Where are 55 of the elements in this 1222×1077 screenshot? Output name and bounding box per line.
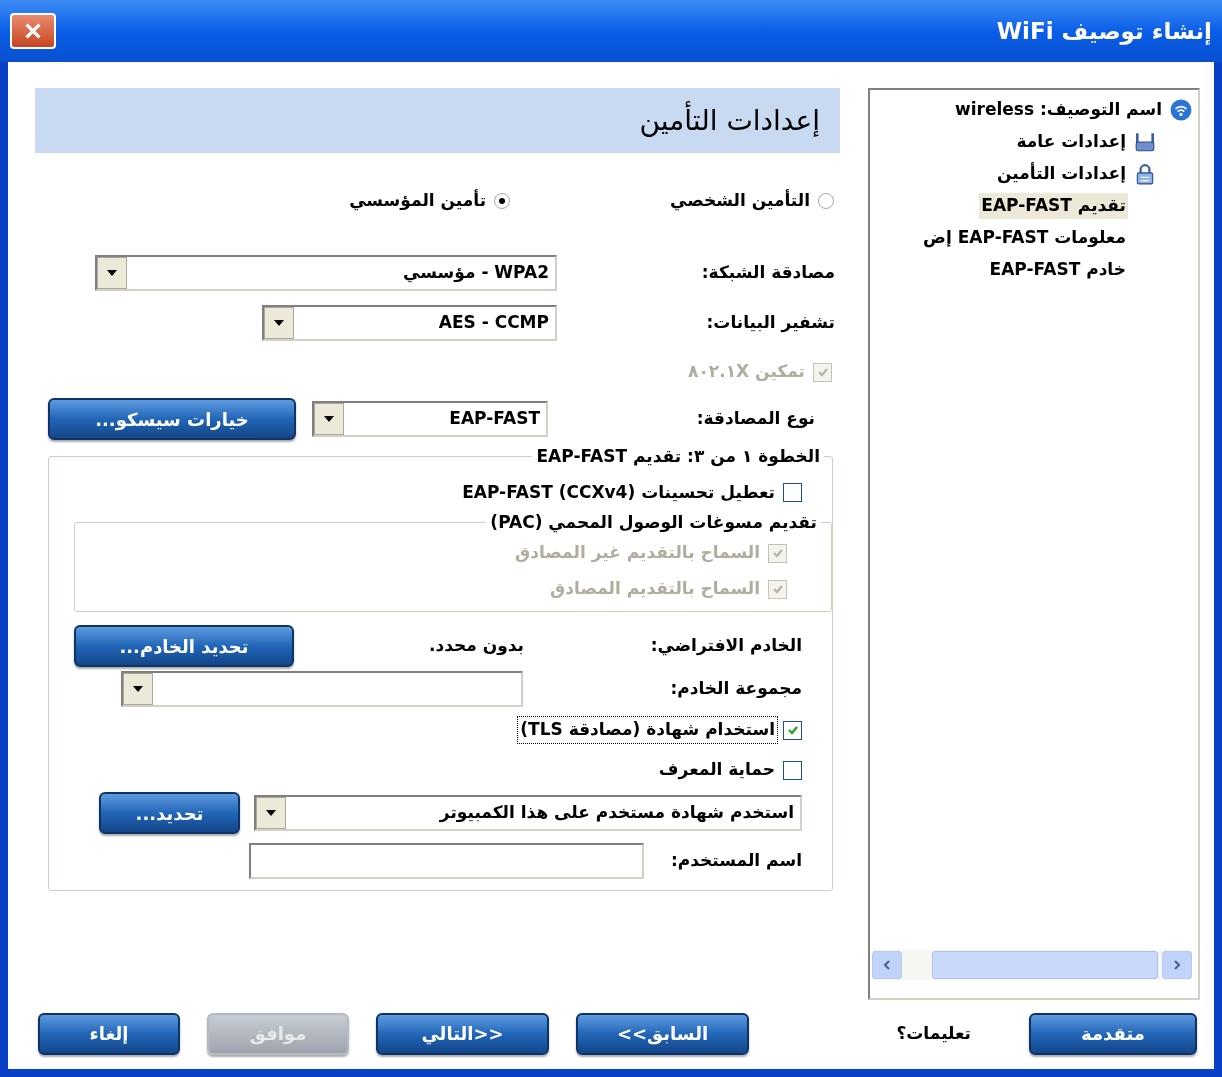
radio-button[interactable] <box>818 192 834 209</box>
check-icon <box>771 583 784 595</box>
tree-item[interactable]: تقديم EAP-FAST <box>979 193 1128 219</box>
checkbox-label: تعطيل تحسينات EAP-FAST (CCXv4) <box>461 480 776 504</box>
tree-item[interactable]: معلومات EAP-FAST إض <box>921 225 1128 251</box>
button[interactable]: تحديد الخادم... <box>74 625 294 667</box>
tree-item[interactable]: خادم EAP-FAST <box>987 257 1128 283</box>
field-label: تشفير البيانات: <box>705 311 835 335</box>
radio-label: التأمين الشخصي <box>670 188 810 213</box>
lock-icon <box>1134 163 1156 185</box>
checkbox[interactable] <box>783 760 802 780</box>
wifi-icon <box>1170 99 1192 121</box>
username-field[interactable] <box>249 843 644 879</box>
button[interactable]: التالي>> <box>376 1012 549 1055</box>
network-auth-dropdown[interactable]: WPA2 - مؤسسي <box>95 255 557 291</box>
server-group-dropdown[interactable] <box>121 671 523 707</box>
section-title: إعدادات التأمين <box>639 100 820 139</box>
button[interactable]: تحديد... <box>99 792 240 834</box>
checkbox-label: حماية المعرف <box>657 758 776 782</box>
certificate-dropdown[interactable]: استخدم شهادة مستخدم على هذا الكمبيوتر <box>254 795 802 831</box>
checkbox-label: السماح بالتقديم غير المصادق <box>514 541 761 565</box>
scroll-left-icon[interactable] <box>883 960 891 970</box>
field-label: نوع المصادقة: <box>695 407 815 431</box>
horizontal-scrollbar[interactable] <box>872 950 1192 980</box>
group-legend: الخطوة ١ من ٣: تقديم EAP-FAST <box>532 444 824 470</box>
field-label: اسم المستخدم: <box>670 849 802 873</box>
field-label: الخادم الافتراضي: <box>649 634 802 658</box>
field-label: مجموعة الخادم: <box>669 677 802 701</box>
radio-label: تأمين المؤسسي <box>349 188 487 213</box>
radio-button[interactable] <box>494 192 511 209</box>
button[interactable]: خيارات سيسكو... <box>48 398 296 440</box>
checkbox[interactable] <box>783 720 802 740</box>
tree-item[interactable]: إعدادات التأمين <box>995 161 1128 187</box>
checkbox[interactable] <box>783 483 802 502</box>
button[interactable]: <<السابق <box>576 1012 749 1055</box>
checkbox-label: استخدام شهادة (مصادقة TLS) <box>518 717 777 743</box>
checkbox-label: تمكين ٨٠٢.١X <box>687 360 806 384</box>
button[interactable]: إلغاء <box>38 1012 180 1055</box>
check-icon <box>816 366 829 378</box>
checkbox-label: السماح بالتقديم المصادق <box>549 577 761 601</box>
check-icon <box>771 547 784 559</box>
help-link[interactable]: تعليمات؟ <box>896 1020 971 1047</box>
encryption-dropdown[interactable]: AES - CCMP <box>262 305 557 341</box>
close-icon <box>24 22 42 40</box>
window-title: إنشاء توصيف WiFi <box>996 16 1212 47</box>
field-label: مصادقة الشبكة: <box>700 261 835 285</box>
scroll-right-icon[interactable] <box>1173 960 1181 970</box>
tree-item[interactable]: إعدادات عامة <box>1014 129 1128 155</box>
auth-type-dropdown[interactable]: EAP-FAST <box>312 401 548 437</box>
router-icon <box>1134 131 1156 153</box>
field-value: بدون محدد. <box>429 634 524 658</box>
group-legend: تقديم مسوغات الوصول المحمي (PAC) <box>486 509 821 535</box>
button[interactable]: متقدمة <box>1029 1012 1197 1055</box>
close-button[interactable] <box>10 13 56 49</box>
check-icon <box>786 724 799 736</box>
